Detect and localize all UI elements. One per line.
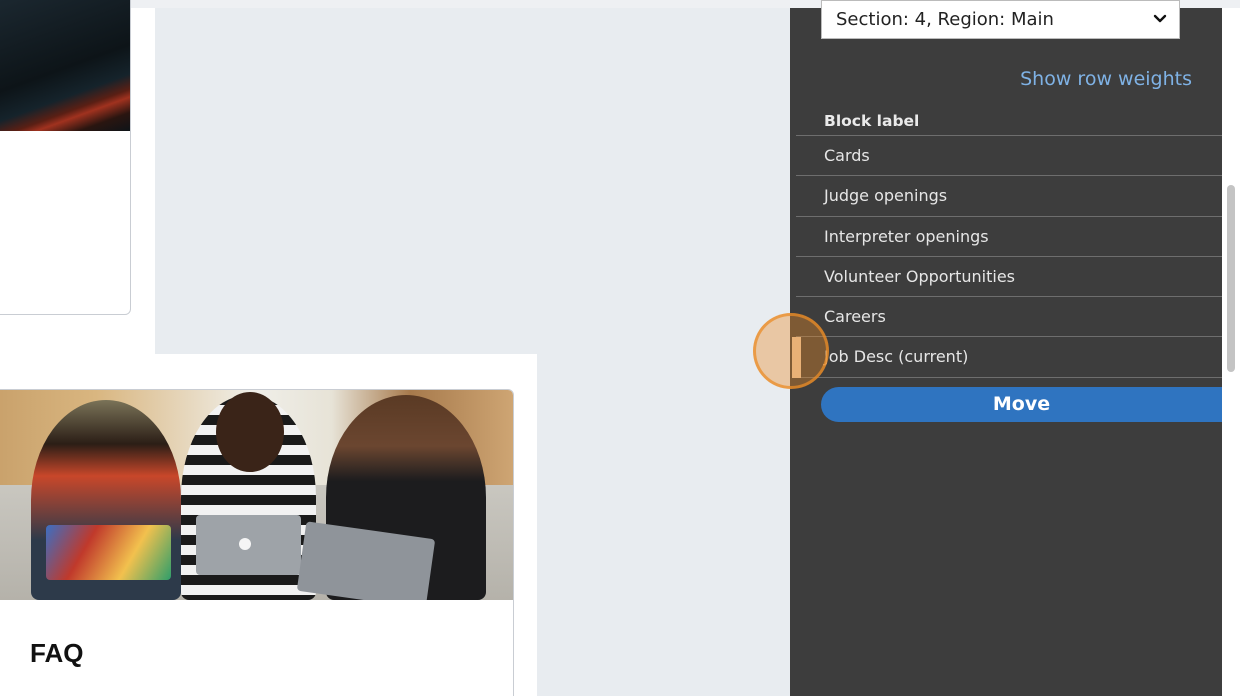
block-move-panel: Section: 4, Region: Main Show row weight…	[790, 0, 1222, 696]
block-label-header: Block label	[796, 110, 1222, 136]
scrollbar[interactable]	[1222, 8, 1240, 696]
block-list: Block label Cards Judge openings Interpr…	[796, 110, 1222, 378]
chevron-down-icon	[1153, 12, 1167, 28]
scrollbar-thumb[interactable]	[1227, 185, 1235, 372]
block-row-judge-openings[interactable]: Judge openings	[796, 176, 1222, 217]
left-column	[0, 0, 155, 354]
card-image	[0, 0, 130, 131]
block-row-careers[interactable]: Careers	[796, 297, 1222, 338]
region-select[interactable]: Section: 4, Region: Main	[821, 0, 1180, 39]
cursor-highlight	[753, 313, 829, 389]
block-row-interpreter-openings[interactable]: Interpreter openings	[796, 217, 1222, 257]
faq-title: FAQ	[30, 638, 84, 668]
block-row-job-desc-current[interactable]: Job Desc (current)	[796, 337, 1222, 378]
faq-card[interactable]: FAQ	[0, 389, 514, 696]
region-select-value: Section: 4, Region: Main	[836, 9, 1054, 30]
block-row-volunteer-opportunities[interactable]: Volunteer Opportunities	[796, 257, 1222, 298]
move-button[interactable]: Move	[821, 387, 1222, 422]
block-row-cards[interactable]: Cards	[796, 136, 1222, 177]
show-row-weights-link[interactable]: Show row weights	[1020, 68, 1192, 90]
faq-card-image	[0, 390, 513, 600]
content-card[interactable]	[0, 0, 131, 315]
